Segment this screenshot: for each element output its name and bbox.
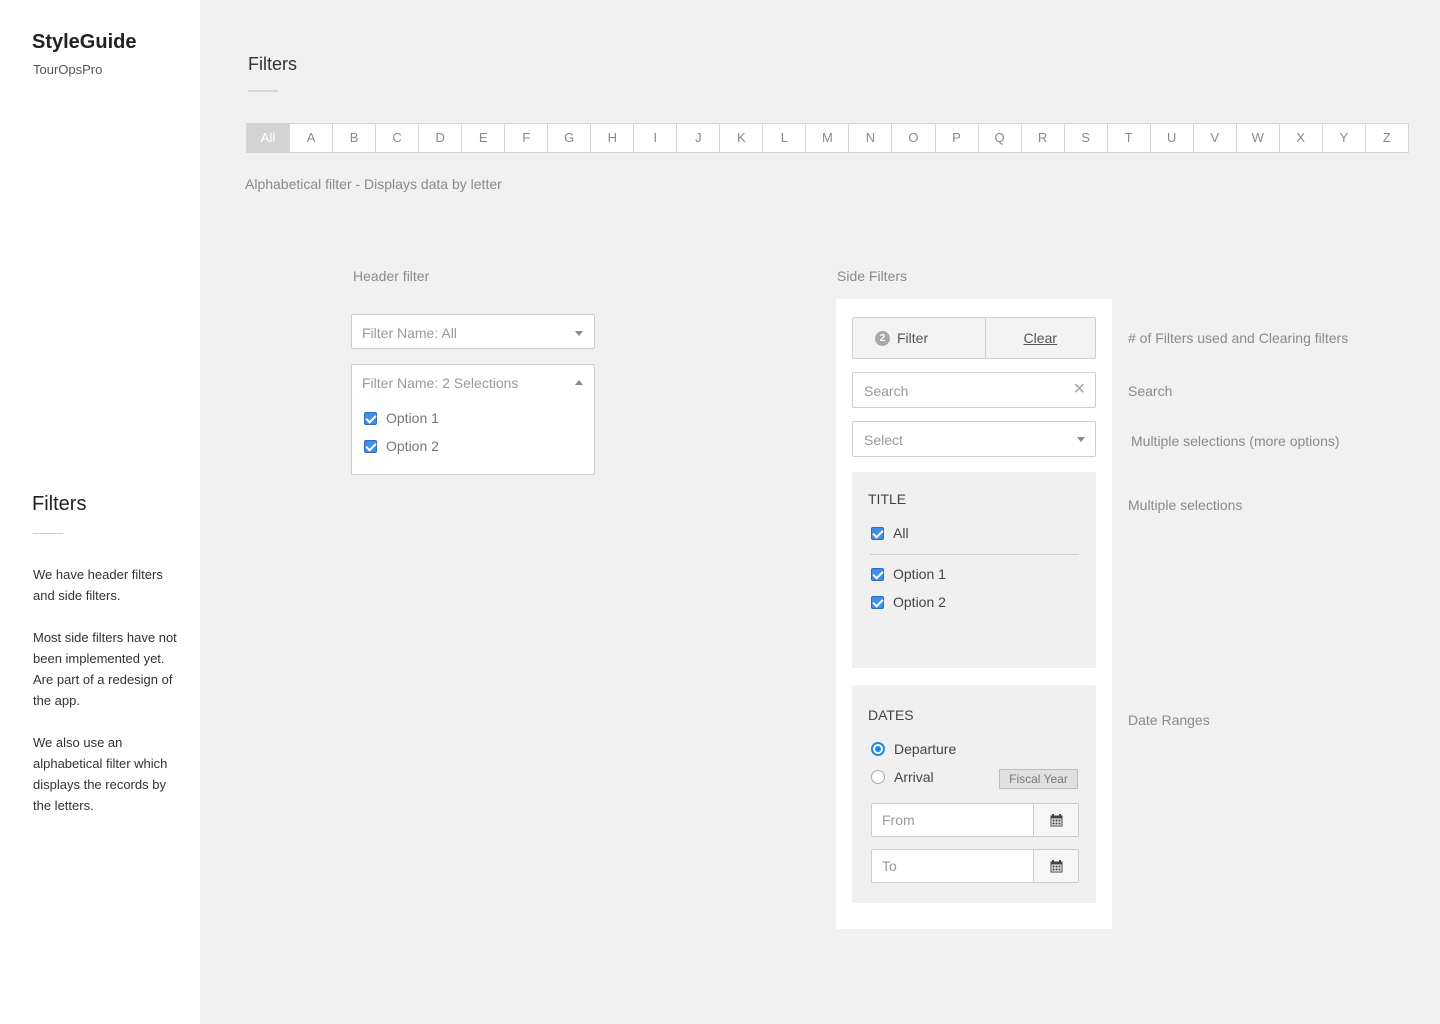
header-filter-dropdown-expanded[interactable]: Filter Name: 2 Selections Option 1 Optio… [351,364,595,475]
note-filters-used: # of Filters used and Clearing filters [1128,330,1349,346]
search-input[interactable]: Search ✕ [852,372,1096,408]
dropdown-option[interactable]: Option 1 [364,410,439,426]
to-date-field[interactable]: To [872,850,1033,882]
sidebar: StyleGuide TourOpsPro Filters We have he… [0,0,200,1024]
calendar-icon[interactable] [1033,850,1078,882]
alpha-filter-letter[interactable]: P [934,124,978,152]
calendar-icon[interactable] [1033,804,1078,836]
alpha-filter-letter[interactable]: Z [1364,124,1408,152]
alphabetical-filter: All A B C D E F G H I J K L M N O P Q R S T U V W X Y Z [246,123,1409,153]
alpha-filter-letter[interactable]: J [676,124,719,152]
filter-bar: 2 Filter Clear [852,317,1096,359]
alpha-filter-letter[interactable]: C [375,124,418,152]
to-date-input[interactable]: To [871,849,1079,883]
alpha-filter-letter[interactable]: U [1149,124,1193,152]
sidebar-paragraph: We have header filters and side filters. [33,567,163,603]
option-label: Option 1 [893,566,946,582]
from-date-input[interactable]: From [871,803,1079,837]
alpha-filter-letter[interactable]: V [1192,124,1236,152]
sidebar-divider [33,533,63,534]
sidebar-heading: Filters [32,493,87,515]
title-divider [248,90,278,92]
brand-title[interactable]: StyleGuide [32,31,136,54]
note-date-ranges: Date Ranges [1128,712,1210,728]
alpha-filter-letter[interactable]: W [1235,124,1279,152]
radio-unselected-icon[interactable] [871,770,885,784]
search-placeholder: Search [864,383,909,399]
alpha-filter-letter[interactable]: F [504,124,547,152]
header-filter-label: Header filter [353,268,430,284]
option-label: Option 1 [386,410,439,426]
alpha-filter-letter[interactable]: T [1106,124,1150,152]
clear-x-icon[interactable]: ✕ [1073,381,1086,399]
alpha-filter-letter[interactable]: Q [977,124,1021,152]
alpha-filter-letter[interactable]: O [891,124,934,152]
checkbox-checked-icon[interactable] [871,567,884,581]
note-search: Search [1128,383,1173,399]
from-date-field[interactable]: From [872,804,1033,836]
header-filter-dropdown-collapsed[interactable]: Filter Name: All [351,314,595,349]
select-placeholder: Select [864,432,903,448]
alpha-filter-all[interactable]: All [247,124,290,152]
alpha-filter-letter[interactable]: A [289,124,332,152]
select-dropdown[interactable]: Select [852,421,1096,457]
alpha-filter-letter[interactable]: E [461,124,504,152]
dates-filter-card: DATES Departure Arrival Fiscal Year From [852,685,1096,903]
dropdown-label: Filter Name: 2 Selections [362,375,519,391]
alpha-filter-letter[interactable]: I [633,124,676,152]
radio-selected-icon[interactable] [871,742,885,756]
alpha-filter-letter[interactable]: S [1063,124,1107,152]
clear-button[interactable]: Clear [986,318,1096,358]
caret-up-icon [575,380,583,385]
alpha-filter-letter[interactable]: X [1278,124,1322,152]
caret-down-icon [575,331,583,336]
option-item[interactable]: Option 2 [871,594,946,610]
sidebar-paragraph: Most side filters have not been implemen… [33,630,177,708]
sidebar-paragraph: We also use an alphabetical filter which… [33,735,168,813]
caret-down-icon [1077,437,1085,442]
alpha-filter-letter[interactable]: K [719,124,762,152]
title-filter-card: TITLE All Option 1 Option 2 [852,472,1096,668]
note-multiple-selections-more: Multiple selections (more options) [1131,433,1340,449]
page-title: Filters [248,54,297,74]
option-all[interactable]: All [871,525,909,541]
checkbox-checked-icon[interactable] [364,439,377,453]
radio-label: Departure [894,741,957,757]
checkbox-checked-icon[interactable] [871,526,884,540]
checkbox-checked-icon[interactable] [364,411,377,425]
checkbox-checked-icon[interactable] [871,595,884,609]
alpha-filter-letter[interactable]: R [1020,124,1064,152]
card-heading: TITLE [868,491,907,507]
dropdown-option[interactable]: Option 2 [364,438,439,454]
alpha-filter-letter[interactable]: H [590,124,633,152]
radio-departure[interactable]: Departure [871,741,956,757]
option-label: Option 2 [386,438,439,454]
radio-arrival[interactable]: Arrival [871,769,934,785]
side-filters-panel: 2 Filter Clear Search ✕ Select TITLE All… [836,299,1112,929]
alphabetical-filter-caption: Alphabetical filter - Displays data by l… [245,176,502,192]
radio-label: Arrival [894,769,934,785]
alpha-filter-letter[interactable]: Y [1321,124,1365,152]
option-label: All [893,525,909,541]
option-item[interactable]: Option 1 [871,566,946,582]
side-filters-label: Side Filters [837,268,908,284]
dropdown-label: Filter Name: All [362,325,457,341]
card-heading: DATES [868,707,914,723]
note-multiple-selections: Multiple selections [1128,497,1243,513]
alpha-filter-letter[interactable]: B [332,124,375,152]
filter-count-badge: 2 [875,330,890,346]
option-label: Option 2 [893,594,946,610]
alpha-filter-letter[interactable]: M [805,124,848,152]
alpha-filter-letter[interactable]: N [848,124,891,152]
alpha-filter-letter[interactable]: G [547,124,590,152]
card-divider [870,554,1079,555]
filter-button[interactable]: 2 Filter [853,318,986,358]
filter-label: Filter [897,330,929,346]
fiscal-year-button[interactable]: Fiscal Year [999,769,1078,789]
brand-subtitle: TourOpsPro [33,62,103,77]
alpha-filter-letter[interactable]: L [762,124,805,152]
alpha-filter-letter[interactable]: D [418,124,461,152]
